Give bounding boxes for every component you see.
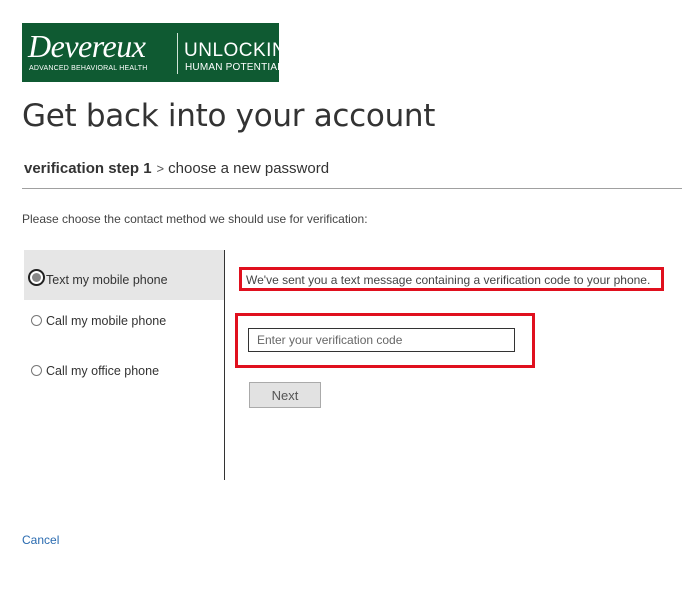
step-breadcrumb: verification step 1 > choose a new passwor…	[24, 160, 329, 177]
radio-button[interactable]	[31, 315, 42, 326]
option-label: Text my mobile phone	[46, 273, 168, 287]
step-separator: >	[156, 161, 165, 176]
logo-divider	[177, 33, 178, 74]
step-next: choose a new password	[168, 160, 330, 177]
logo-tagline-line2: HUMAN POTENTIAL™	[185, 62, 294, 73]
cancel-link[interactable]: Cancel	[22, 533, 59, 547]
vertical-divider	[224, 250, 225, 480]
option-call-office[interactable]: Call my office phone	[24, 350, 224, 400]
step-active: verification step 1	[24, 160, 152, 177]
option-label: Call my office phone	[46, 364, 160, 378]
option-call-mobile[interactable]: Call my mobile phone	[24, 300, 224, 350]
verification-sent-message: We've sent you a text message containing…	[239, 267, 664, 291]
radio-button[interactable]	[28, 269, 45, 286]
verification-code-highlight	[235, 313, 535, 368]
devereux-logo: Devereux ADVANCED BEHAVIORAL HEALTH UNLO…	[22, 23, 301, 82]
logo-brand: Devereux	[28, 28, 146, 64]
contact-method-list: Text my mobile phone Call my mobile phon…	[24, 250, 224, 400]
option-label: Call my mobile phone	[46, 314, 167, 328]
radio-button[interactable]	[31, 365, 42, 376]
next-button[interactable]: Next	[249, 382, 321, 408]
verification-code-input[interactable]	[248, 328, 515, 352]
page-title: Get back into your account	[22, 98, 436, 134]
option-text-mobile[interactable]: Text my mobile phone	[24, 250, 224, 300]
logo-tagline-line1: UNLOCKING	[184, 40, 302, 61]
header-divider	[22, 188, 682, 189]
instruction-text: Please choose the contact method we shou…	[22, 212, 368, 226]
logo-subtitle: ADVANCED BEHAVIORAL HEALTH	[29, 65, 148, 72]
